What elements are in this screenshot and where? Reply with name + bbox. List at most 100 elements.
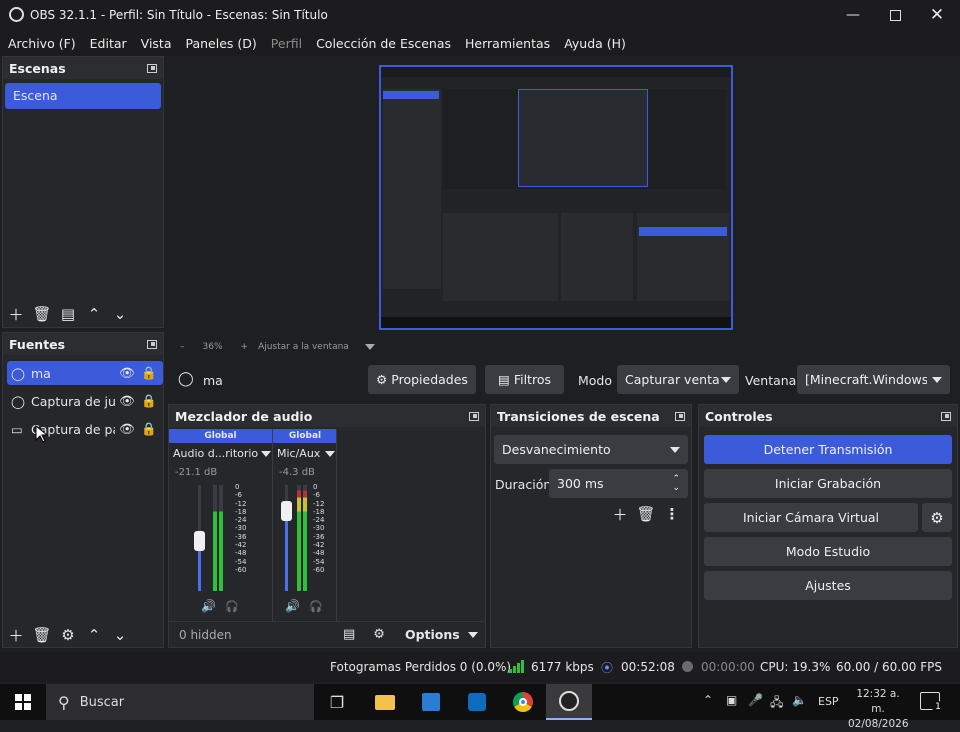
add-source-icon[interactable]: ＋: [3, 624, 29, 646]
options-button[interactable]: Options: [405, 627, 460, 642]
menu-editar[interactable]: Editar: [90, 36, 127, 51]
headphones-icon[interactable]: 🎧: [309, 600, 323, 613]
add-transition-icon[interactable]: ＋: [607, 503, 633, 525]
undock-icon[interactable]: [147, 339, 157, 349]
menu-archivo[interactable]: Archivo (F): [8, 36, 76, 51]
properties-button[interactable]: ⚙ Propiedades: [368, 365, 476, 394]
clock[interactable]: 12:32 a. m. 02/08/2026: [848, 687, 909, 732]
fit-window-label[interactable]: Ajustar a la ventana: [258, 342, 349, 352]
preview-area[interactable]: [170, 56, 940, 338]
monitor-icon: ▭: [11, 421, 23, 437]
taskbar-search[interactable]: ⚲ Buscar: [46, 684, 314, 720]
stop-stream-button[interactable]: Detener Transmisión: [704, 435, 952, 464]
menu-herramientas[interactable]: Herramientas: [465, 36, 550, 51]
volume-slider-handle[interactable]: [281, 501, 292, 521]
undock-icon[interactable]: [675, 411, 685, 421]
chevron-down-icon[interactable]: [364, 344, 375, 350]
lock-icon[interactable]: 🔒: [141, 365, 157, 381]
channel-select[interactable]: Audio d...ritorio: [173, 447, 271, 460]
eye-icon[interactable]: 👁: [119, 365, 137, 381]
store-icon[interactable]: [408, 684, 454, 720]
speaker-icon[interactable]: 🔊: [285, 599, 300, 613]
scene-filters-icon[interactable]: ▤: [55, 303, 81, 325]
minimize-button[interactable]: —: [830, 0, 876, 30]
volume-slider-handle[interactable]: [194, 531, 205, 551]
channel-select[interactable]: Mic/Aux: [277, 447, 335, 460]
speaker-icon[interactable]: 🔊: [201, 599, 216, 613]
gear-icon[interactable]: ⚙: [373, 627, 385, 642]
preview-canvas[interactable]: [379, 65, 733, 330]
headphones-icon[interactable]: 🎧: [225, 600, 239, 613]
remove-scene-icon[interactable]: 🗑: [29, 303, 55, 325]
source-label: Captura de ju: [31, 393, 115, 409]
move-down-icon[interactable]: ⌄: [107, 624, 133, 646]
add-scene-icon[interactable]: ＋: [3, 303, 29, 325]
duration-label: Duración: [495, 477, 552, 492]
outlook-icon[interactable]: [454, 684, 500, 720]
transition-select[interactable]: Desvanecimiento: [494, 435, 688, 464]
undock-icon[interactable]: [941, 411, 951, 421]
undock-icon[interactable]: [469, 411, 479, 421]
menu-vista[interactable]: Vista: [141, 36, 172, 51]
mixer-footer: 0 hidden ▤ ⚙ Options: [169, 621, 485, 647]
source-label: ma: [31, 365, 51, 381]
tray-app-icon[interactable]: ▣: [726, 693, 737, 707]
move-up-icon[interactable]: ⌃: [81, 624, 107, 646]
obs-taskbar-icon[interactable]: [546, 684, 592, 720]
chevron-down-icon[interactable]: [467, 631, 478, 638]
scene-item[interactable]: Escena: [5, 83, 161, 109]
source-item[interactable]: ▭ Captura de pa 👁 🔒: [7, 417, 163, 441]
studio-mode-button[interactable]: Modo Estudio: [704, 537, 952, 566]
zoom-level: 36%: [202, 342, 223, 352]
microphone-icon[interactable]: 🎤: [748, 693, 763, 707]
eye-icon[interactable]: 👁: [119, 393, 137, 409]
file-explorer-icon[interactable]: [362, 684, 408, 720]
close-button[interactable]: ✕: [914, 0, 960, 30]
move-down-icon[interactable]: ⌄: [107, 303, 133, 325]
start-virtualcam-button[interactable]: Iniciar Cámara Virtual: [704, 503, 918, 532]
menu-paneles[interactable]: Paneles (D): [186, 36, 257, 51]
layout-icon[interactable]: ▤: [343, 627, 355, 642]
menu-perfil[interactable]: Perfil: [271, 36, 302, 51]
gear-icon[interactable]: ⚙: [55, 624, 81, 646]
settings-button[interactable]: Ajustes: [704, 571, 952, 600]
mixer-channel: Global Mic/Aux -4.3 dB 0 -6 -12 -18 -24 -30 -3…: [273, 429, 337, 621]
zoom-out-icon[interactable]: –: [180, 342, 185, 352]
chrome-icon[interactable]: [500, 684, 546, 720]
duration-spinbox[interactable]: 300 ms ⌃ ⌄: [549, 469, 688, 498]
move-up-icon[interactable]: ⌃: [81, 303, 107, 325]
maximize-button[interactable]: [872, 0, 918, 30]
eye-icon[interactable]: 👁: [119, 421, 137, 437]
source-item[interactable]: ◯ Captura de ju 👁 🔒: [7, 389, 163, 413]
lock-icon[interactable]: 🔒: [141, 393, 157, 409]
spin-arrows-icon[interactable]: ⌃ ⌄: [672, 474, 680, 493]
gear-icon: ⚙: [376, 372, 388, 387]
source-name: ma: [203, 373, 223, 388]
virtualcam-gear-icon[interactable]: ⚙: [922, 503, 952, 532]
windows-start-icon[interactable]: [0, 684, 46, 720]
mode-select[interactable]: Capturar venta: [617, 365, 739, 394]
source-item[interactable]: ◯ ma 👁 🔒: [7, 361, 163, 385]
filters-button[interactable]: ▤ Filtros: [485, 365, 564, 394]
start-record-button[interactable]: Iniciar Grabación: [704, 469, 952, 498]
network-icon[interactable]: 🖧: [770, 693, 783, 714]
language-indicator[interactable]: ESP: [818, 695, 839, 708]
lock-icon[interactable]: 🔒: [141, 421, 157, 437]
menu-coleccion[interactable]: Colección de Escenas: [316, 36, 451, 51]
window-select[interactable]: [Minecraft.Windows.: [797, 365, 950, 394]
scenes-dock: Escenas Escena ＋ 🗑 ▤ ⌃ ⌄: [2, 56, 164, 328]
mouse-cursor-icon: [35, 424, 49, 446]
fps: 60.00 / 60.00 FPS: [836, 660, 942, 674]
task-view-icon[interactable]: ❐: [314, 684, 360, 720]
tray-chevron-icon[interactable]: ⌃: [703, 693, 713, 707]
chevron-down-icon: [261, 450, 271, 457]
volume-icon[interactable]: 🔈: [792, 693, 807, 707]
zoom-in-icon[interactable]: +: [241, 342, 249, 352]
undock-icon[interactable]: [147, 63, 157, 73]
menu-ayuda[interactable]: Ayuda (H): [564, 36, 626, 51]
more-icon[interactable]: ⋮: [659, 503, 685, 525]
chevron-down-icon: [325, 450, 335, 457]
stream-icon: ⦿: [601, 661, 614, 675]
remove-transition-icon[interactable]: 🗑: [633, 503, 659, 525]
remove-source-icon[interactable]: 🗑: [29, 624, 55, 646]
